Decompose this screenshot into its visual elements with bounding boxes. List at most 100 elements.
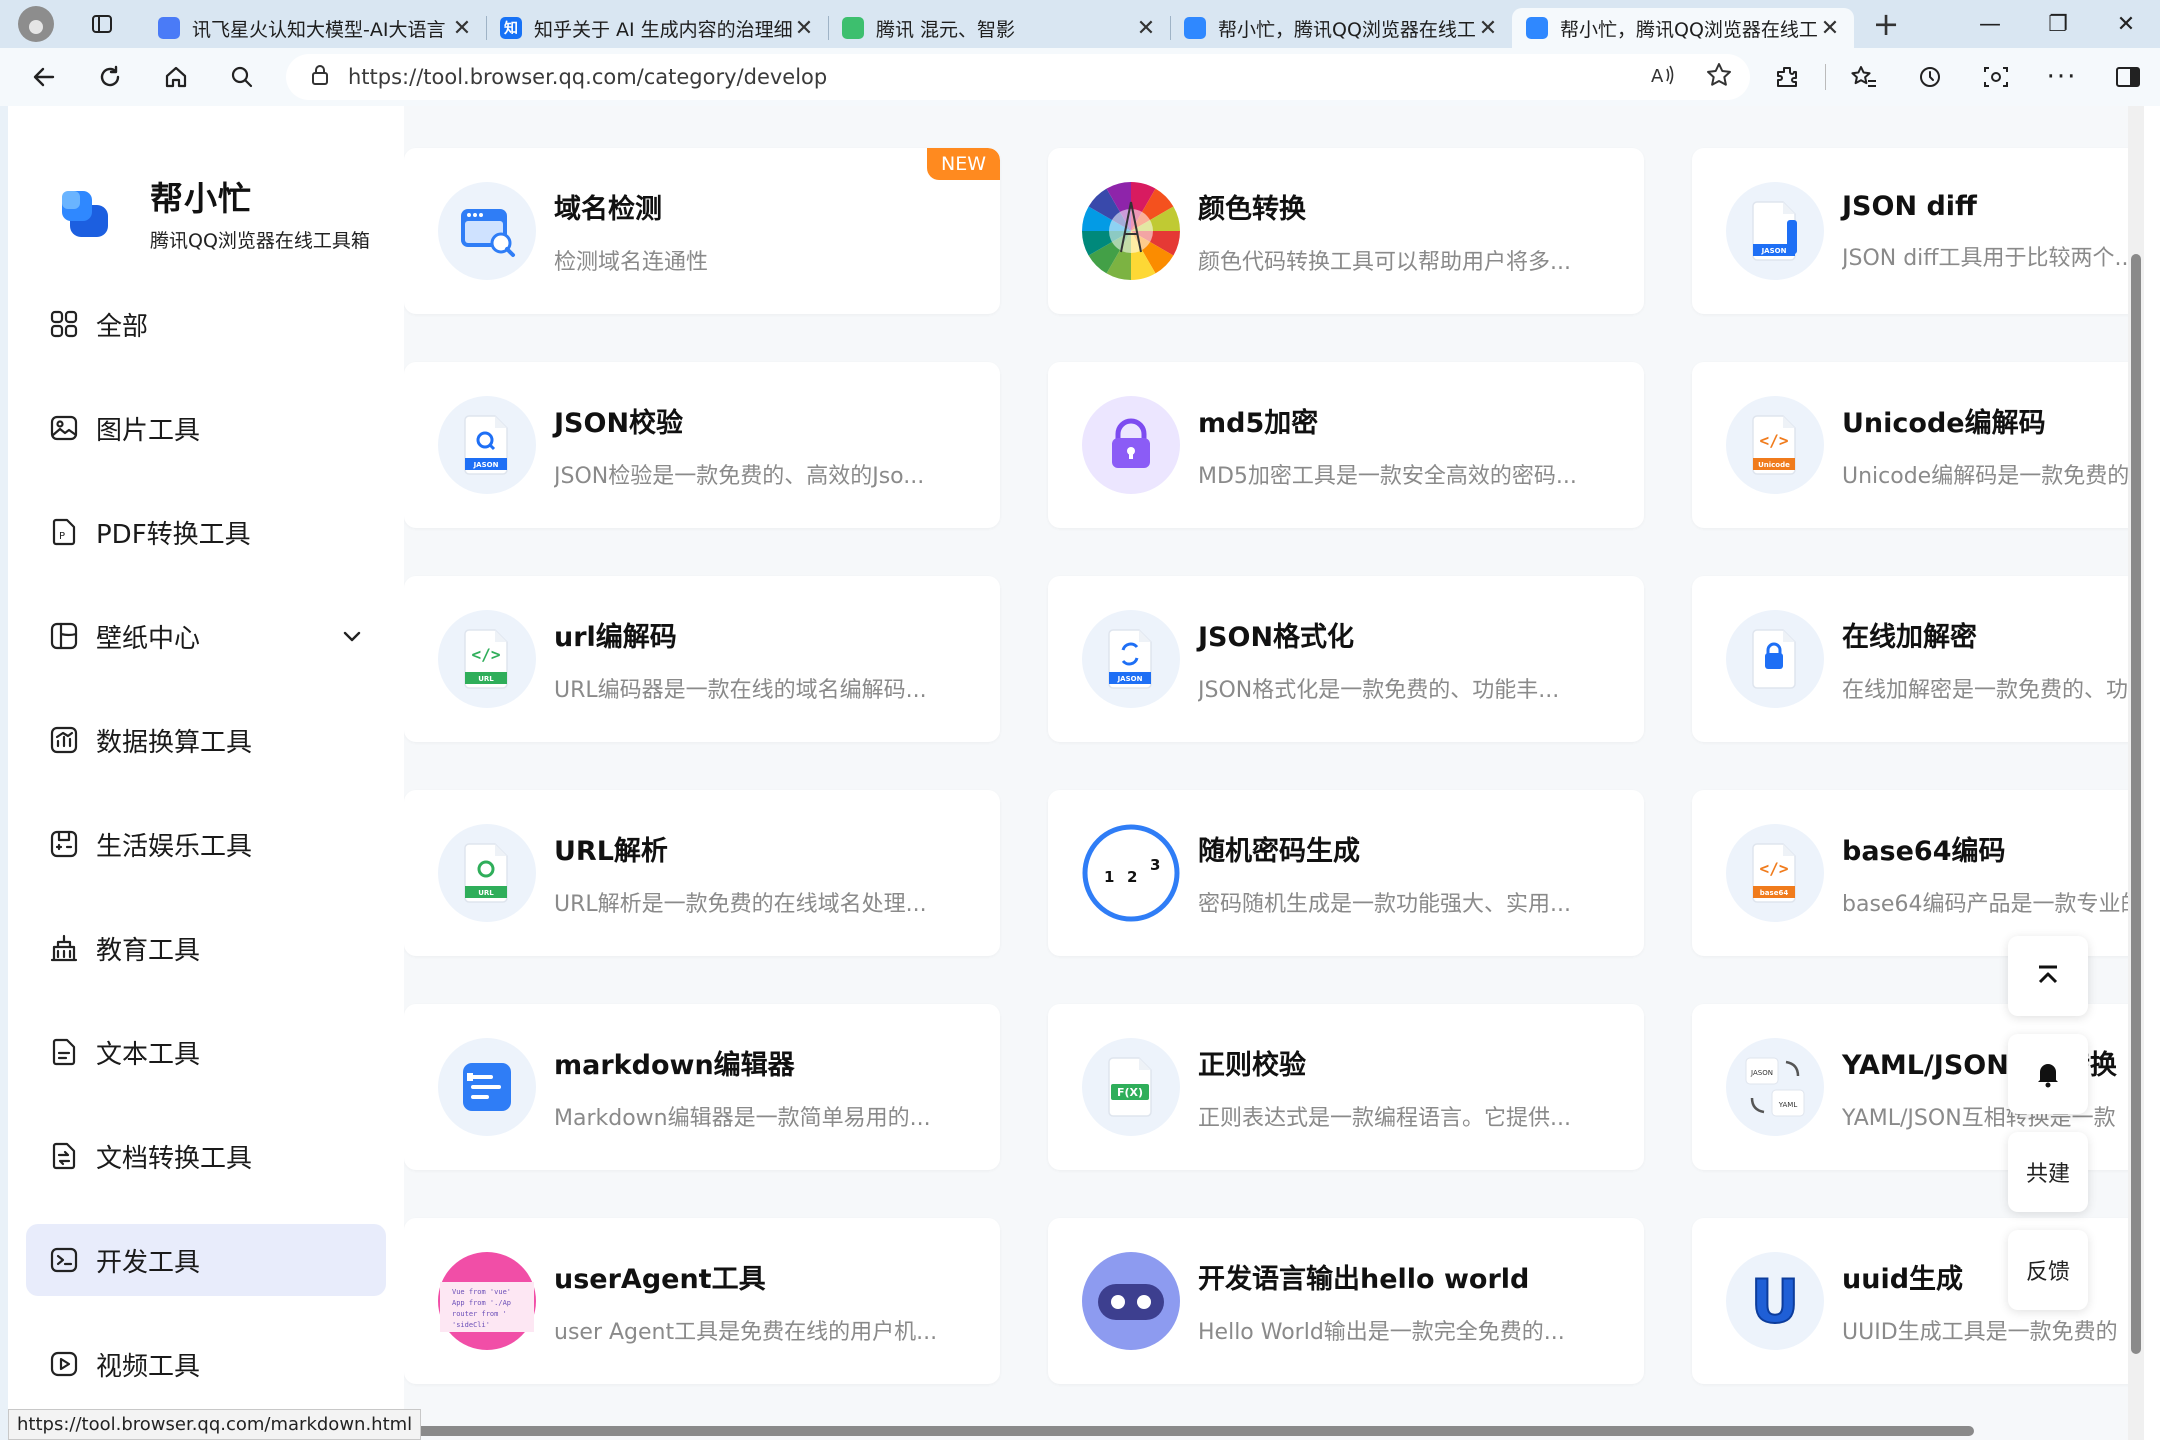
tab-close-icon[interactable]: ✕ [1476,16,1500,41]
tool-card-description: Markdown编辑器是一款简单易用的... [554,1105,931,1131]
regex-icon: F(X) [1082,1038,1180,1136]
tool-card[interactable]: Vue from 'vue' App from './Ap router from … [404,1218,1000,1384]
sidebar-item-label: 数据换算工具 [96,727,253,758]
grid-icon [48,308,80,340]
address-url[interactable]: https://tool.browser.qq.com/category/dev… [348,65,827,89]
svg-text:Vue from 'vue': Vue from 'vue' [452,1288,511,1296]
tab-favicon-icon [1526,17,1548,39]
tool-card-description: 密码随机生成是一款功能强大、实用... [1198,891,1571,917]
sidebar-item-11[interactable]: 视频工具 [26,1328,386,1400]
minimize-button[interactable]: — [1956,0,2024,48]
browser-toolbar: https://tool.browser.qq.com/category/dev… [0,48,2160,106]
sidebar-toggle-icon[interactable] [2102,51,2154,103]
tool-card-description: UUID生成工具是一款免费的 [1842,1319,2118,1345]
sidebar-item-10[interactable]: 开发工具 [26,1224,386,1296]
svg-text:Unicode: Unicode [1758,461,1790,469]
terminal-icon [48,1244,80,1276]
sidebar-item-9[interactable]: 文档转换工具 [26,1120,386,1192]
favorite-star-icon[interactable] [1706,62,1732,92]
horizontal-scrollbar[interactable] [374,1426,1974,1436]
tool-card[interactable]: 在线加解密 在线加解密是一款免费的、功 [1692,576,2144,742]
tool-card-title: md5加密 [1198,407,1319,439]
cobuild-button[interactable]: 共建 [2008,1132,2088,1212]
svg-text:3: 3 [1150,856,1160,874]
tab-title: 腾讯 混元、智影 [876,18,1016,41]
sidebar-item-label: PDF转换工具 [96,519,251,550]
close-window-button[interactable]: ✕ [2092,0,2160,48]
tab-close-icon[interactable]: ✕ [1818,16,1842,41]
lock-icon[interactable] [310,64,330,90]
feedback-button[interactable]: 反馈 [2008,1230,2088,1310]
search-icon[interactable] [216,51,268,103]
svg-text:URL: URL [478,889,494,897]
tool-card[interactable]: </> base64 base64编码 base64编码产品是一款专业的 [1692,790,2144,956]
tool-card[interactable]: </> URL url编解码 URL编码器是一款在线的域名编解码... [404,576,1000,742]
back-button[interactable] [18,51,70,103]
svg-text:U: U [1751,1267,1800,1337]
tool-card[interactable]: 颜色转换 颜色代码转换工具可以帮助用户将多... [1048,148,1644,314]
brand[interactable]: 帮小忙 腾讯QQ浏览器在线工具箱 [60,172,370,253]
tab-close-icon[interactable]: ✕ [450,16,474,41]
tool-card[interactable]: JASON JSON格式化 JSON格式化是一款免费的、功能丰... [1048,576,1644,742]
tool-card[interactable]: JASON JSON校验 JSON检验是一款免费的、高效的Jso... [404,362,1000,528]
sidebar-item-6[interactable]: 生活娱乐工具 [26,808,386,880]
read-aloud-icon[interactable]: A [1650,63,1676,91]
restore-button[interactable]: ❐ [2024,0,2092,48]
new-tab-button[interactable]: + [1864,4,1908,44]
sidebar-item-8[interactable]: 文本工具 [26,1016,386,1088]
browser-tab-3[interactable]: 腾讯 混元、智影 ✕ [828,8,1170,48]
browser-tab-1[interactable]: 讯飞星火认知大模型-AI大语言 ✕ [144,8,486,48]
sidebar-item-5[interactable]: 数据换算工具 [26,704,386,776]
history-icon[interactable] [1904,51,1956,103]
robot-icon [1082,1252,1180,1350]
tool-card[interactable]: URL URL解析 URL解析是一款免费的在线域名处理... [404,790,1000,956]
tab-close-icon[interactable]: ✕ [1134,16,1158,41]
tab-favicon-icon [842,17,864,39]
tool-card[interactable]: 1 2 3 随机密码生成 密码随机生成是一款功能强大、实用... [1048,790,1644,956]
sidebar-item-1[interactable]: 全部 [26,288,386,360]
tool-card-description: 颜色代码转换工具可以帮助用户将多... [1198,249,1571,275]
url-code-icon: </> URL [438,610,536,708]
category-nav: 全部图片工具 P PDF转换工具 壁纸中心数据换算工具生活娱乐工具 教育工具文本工具文档… [26,288,386,1432]
home-button[interactable] [150,51,202,103]
tool-card[interactable]: md5加密 MD5加密工具是一款安全高效的密码... [1048,362,1644,528]
tab-close-icon[interactable]: ✕ [792,16,816,41]
vertical-scrollbar[interactable] [2128,106,2144,1440]
tool-card-title: base64编码 [1842,835,2006,867]
browser-tab-4[interactable]: 帮小忙，腾讯QQ浏览器在线工 ✕ [1170,8,1512,48]
tool-card-title: YAML/JSON互相转换 [1842,1049,2117,1081]
json-diff-icon: JASON [1726,182,1824,280]
sidebar-item-3[interactable]: P PDF转换工具 [26,496,386,568]
tool-card-description: YAML/JSON互相转换是一款 [1842,1105,2116,1131]
address-bar[interactable]: https://tool.browser.qq.com/category/dev… [286,54,1750,100]
tool-card[interactable]: F(X) 正则校验 正则表达式是一款编程语言。它提供... [1048,1004,1644,1170]
tool-card[interactable]: JASON JSON diff JSON diff工具用于比较两个... [1692,148,2144,314]
more-menu-icon[interactable]: ··· [2036,51,2088,103]
back-to-top-button[interactable] [2008,936,2088,1016]
svg-text:URL: URL [478,675,494,683]
tool-card[interactable]: 域名检测 检测域名连通性 NEW [404,148,1000,314]
svg-text:F(X): F(X) [1117,1086,1143,1099]
notification-bell-button[interactable] [2008,1034,2088,1114]
sidebar-item-4[interactable]: 壁纸中心 [26,600,386,672]
tab-title: 帮小忙，腾讯QQ浏览器在线工 [1218,18,1476,41]
refresh-button[interactable] [84,51,136,103]
tool-card[interactable]: </> Unicode Unicode编解码 Unicode编解码是一款免费的 [1692,362,2144,528]
browser-tab-2[interactable]: 知知乎关于 AI 生成内容的治理细 ✕ [486,8,828,48]
sidebar-item-7[interactable]: 教育工具 [26,912,386,984]
svg-text:App from './Ap: App from './Ap [452,1299,511,1307]
tab-actions-icon[interactable] [82,4,122,44]
screenshot-icon[interactable] [1970,51,2022,103]
sidebar-item-2[interactable]: 图片工具 [26,392,386,464]
chevron-down-icon[interactable] [340,624,364,655]
tool-card[interactable]: markdown编辑器 Markdown编辑器是一款简单易用的... [404,1004,1000,1170]
tool-card-description: JSON diff工具用于比较两个... [1842,245,2136,271]
tool-card[interactable]: 开发语言输出hello world Hello World输出是一款完全免费的..… [1048,1218,1644,1384]
extensions-icon[interactable] [1761,51,1813,103]
profile-avatar-icon[interactable] [18,6,54,42]
tab-favicon-icon [158,17,180,39]
image-icon [48,412,80,444]
favorites-icon[interactable] [1838,51,1890,103]
json-format-icon: JASON [1082,610,1180,708]
browser-tab-5[interactable]: 帮小忙，腾讯QQ浏览器在线工 ✕ [1512,8,1854,48]
